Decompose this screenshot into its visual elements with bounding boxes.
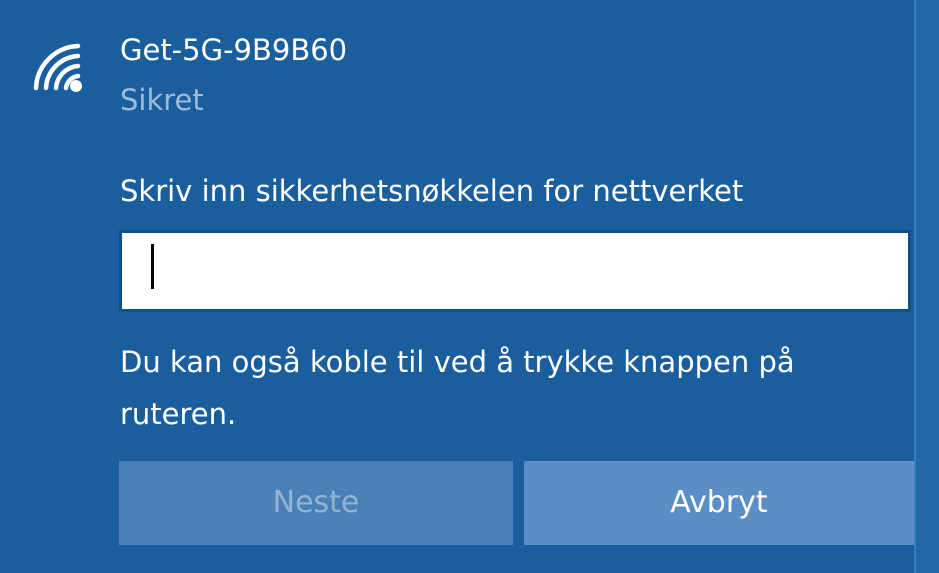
network-security-status: Sikret [120,83,204,117]
next-button[interactable]: Neste [119,461,513,545]
text-caret [151,244,154,289]
router-button-hint: Du kan også koble til ved å trykke knapp… [120,345,795,431]
network-name: Get-5G-9B9B60 [120,33,348,67]
security-key-label: Skriv inn sikkerhetsnøkkelen for nettver… [120,174,744,208]
cancel-button[interactable]: Avbryt [524,461,914,545]
network-connect-panel: Get-5G-9B9B60 Sikret Skriv inn sikkerhet… [0,0,914,573]
panel-edge [914,0,939,573]
wifi-icon [30,40,88,94]
security-key-input[interactable] [119,230,911,312]
